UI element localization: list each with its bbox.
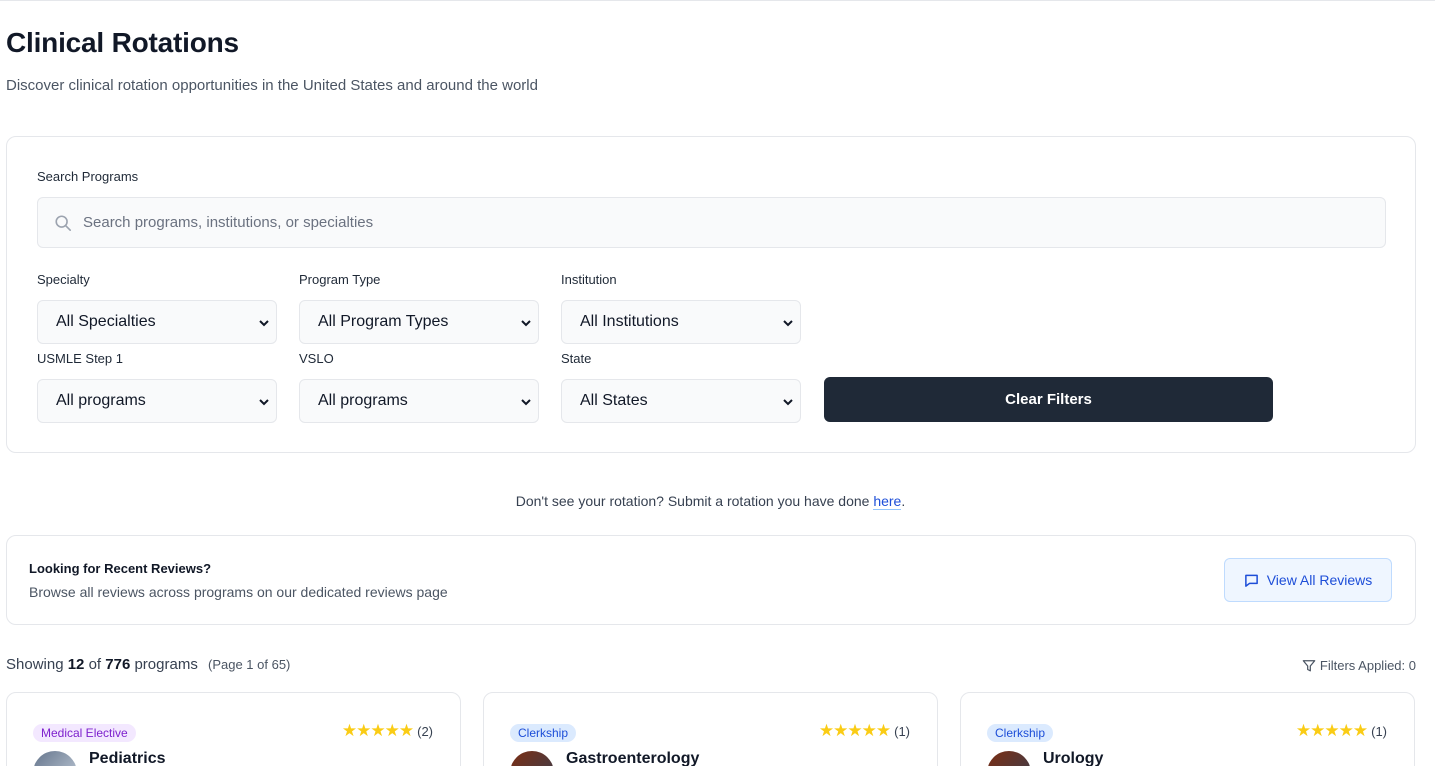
filter-icon <box>1302 659 1316 671</box>
submit-note-suffix: . <box>901 493 906 509</box>
institution-value: All Institutions <box>580 313 679 330</box>
state-select[interactable]: All States <box>561 379 801 423</box>
search-field[interactable] <box>37 197 1386 248</box>
submit-rotation-link[interactable]: here <box>873 493 902 510</box>
results-shown-count: 12 <box>67 656 85 673</box>
rating: ★★★★★ (2) <box>342 721 433 741</box>
rating: ★★★★★ (1) <box>1296 721 1387 741</box>
reviews-banner-title: Looking for Recent Reviews? <box>29 561 212 576</box>
results-suffix: programs <box>134 656 198 673</box>
program-card[interactable]: Clerkship ★★★★★ (1) Urology <box>960 692 1415 766</box>
program-name[interactable]: Gastroenterology <box>566 750 699 766</box>
chevron-down-icon <box>259 399 269 406</box>
institution-label: Institution <box>561 272 617 287</box>
specialty-value: All Specialties <box>56 313 156 330</box>
star-icon: ★★★★★ <box>818 721 891 740</box>
message-icon <box>1244 574 1258 587</box>
chevron-down-icon <box>783 320 793 327</box>
review-count: (1) <box>894 723 910 739</box>
view-all-reviews-label: View All Reviews <box>1266 572 1373 588</box>
review-count: (2) <box>417 723 433 739</box>
program-avatar <box>33 751 77 766</box>
search-label: Search Programs <box>37 169 139 184</box>
reviews-banner: Looking for Recent Reviews? Browse all r… <box>6 535 1416 625</box>
results-prefix: Showing <box>6 656 64 673</box>
institution-select[interactable]: All Institutions <box>561 300 801 344</box>
state-label: State <box>561 351 592 366</box>
star-icon: ★★★★★ <box>1295 721 1368 740</box>
results-summary: Showing 12 of 776 programs (Page 1 of 65… <box>6 656 290 673</box>
review-count: (1) <box>1371 723 1387 739</box>
vslo-value: All programs <box>318 392 408 409</box>
page-info: (Page 1 of 65) <box>208 657 291 672</box>
filters-applied-text: Filters Applied: 0 <box>1319 658 1416 673</box>
view-all-reviews-button[interactable]: View All Reviews <box>1224 558 1392 602</box>
vslo-select[interactable]: All programs <box>299 379 539 423</box>
state-value: All States <box>580 392 648 409</box>
vslo-label: VSLO <box>299 351 334 366</box>
results-of: of <box>88 656 102 673</box>
usmle-label: USMLE Step 1 <box>37 351 123 366</box>
chevron-down-icon <box>521 320 531 327</box>
program-type-badge: Clerkship <box>987 724 1054 742</box>
program-card[interactable]: Clerkship ★★★★★ (1) Gastroenterology <box>483 692 938 766</box>
program-type-badge: Medical Elective <box>33 724 136 742</box>
chevron-down-icon <box>521 399 531 406</box>
chevron-down-icon <box>783 399 793 406</box>
program-avatar <box>987 751 1031 766</box>
submit-note-text: Don't see your rotation? Submit a rotati… <box>515 493 874 509</box>
rating: ★★★★★ (1) <box>819 721 910 741</box>
program-avatar <box>510 751 554 766</box>
program-type-badge: Clerkship <box>510 724 577 742</box>
program-card[interactable]: Medical Elective ★★★★★ (2) Pediatrics <box>6 692 461 766</box>
filters-applied: Filters Applied: 0 <box>1302 658 1416 673</box>
clear-filters-button[interactable]: Clear Filters <box>824 377 1273 422</box>
program-type-value: All Program Types <box>318 313 449 330</box>
program-type-select[interactable]: All Program Types <box>299 300 539 344</box>
usmle-value: All programs <box>56 392 146 409</box>
page-subtitle: Discover clinical rotation opportunities… <box>6 77 538 94</box>
specialty-label: Specialty <box>37 272 90 287</box>
usmle-select[interactable]: All programs <box>37 379 277 423</box>
search-icon <box>55 215 72 232</box>
search-input[interactable] <box>83 198 1373 247</box>
star-icon: ★★★★★ <box>341 721 414 740</box>
page-title: Clinical Rotations <box>6 27 239 58</box>
chevron-down-icon <box>259 320 269 327</box>
program-name[interactable]: Urology <box>1043 750 1103 766</box>
submit-rotation-note: Don't see your rotation? Submit a rotati… <box>0 493 1421 510</box>
filter-panel: Search Programs Specialty All Specialtie… <box>6 136 1416 453</box>
results-total-count: 776 <box>105 656 131 673</box>
top-divider <box>0 0 1435 1</box>
specialty-select[interactable]: All Specialties <box>37 300 277 344</box>
program-type-label: Program Type <box>299 272 381 287</box>
program-name[interactable]: Pediatrics <box>89 750 165 766</box>
reviews-banner-description: Browse all reviews across programs on ou… <box>29 584 448 600</box>
